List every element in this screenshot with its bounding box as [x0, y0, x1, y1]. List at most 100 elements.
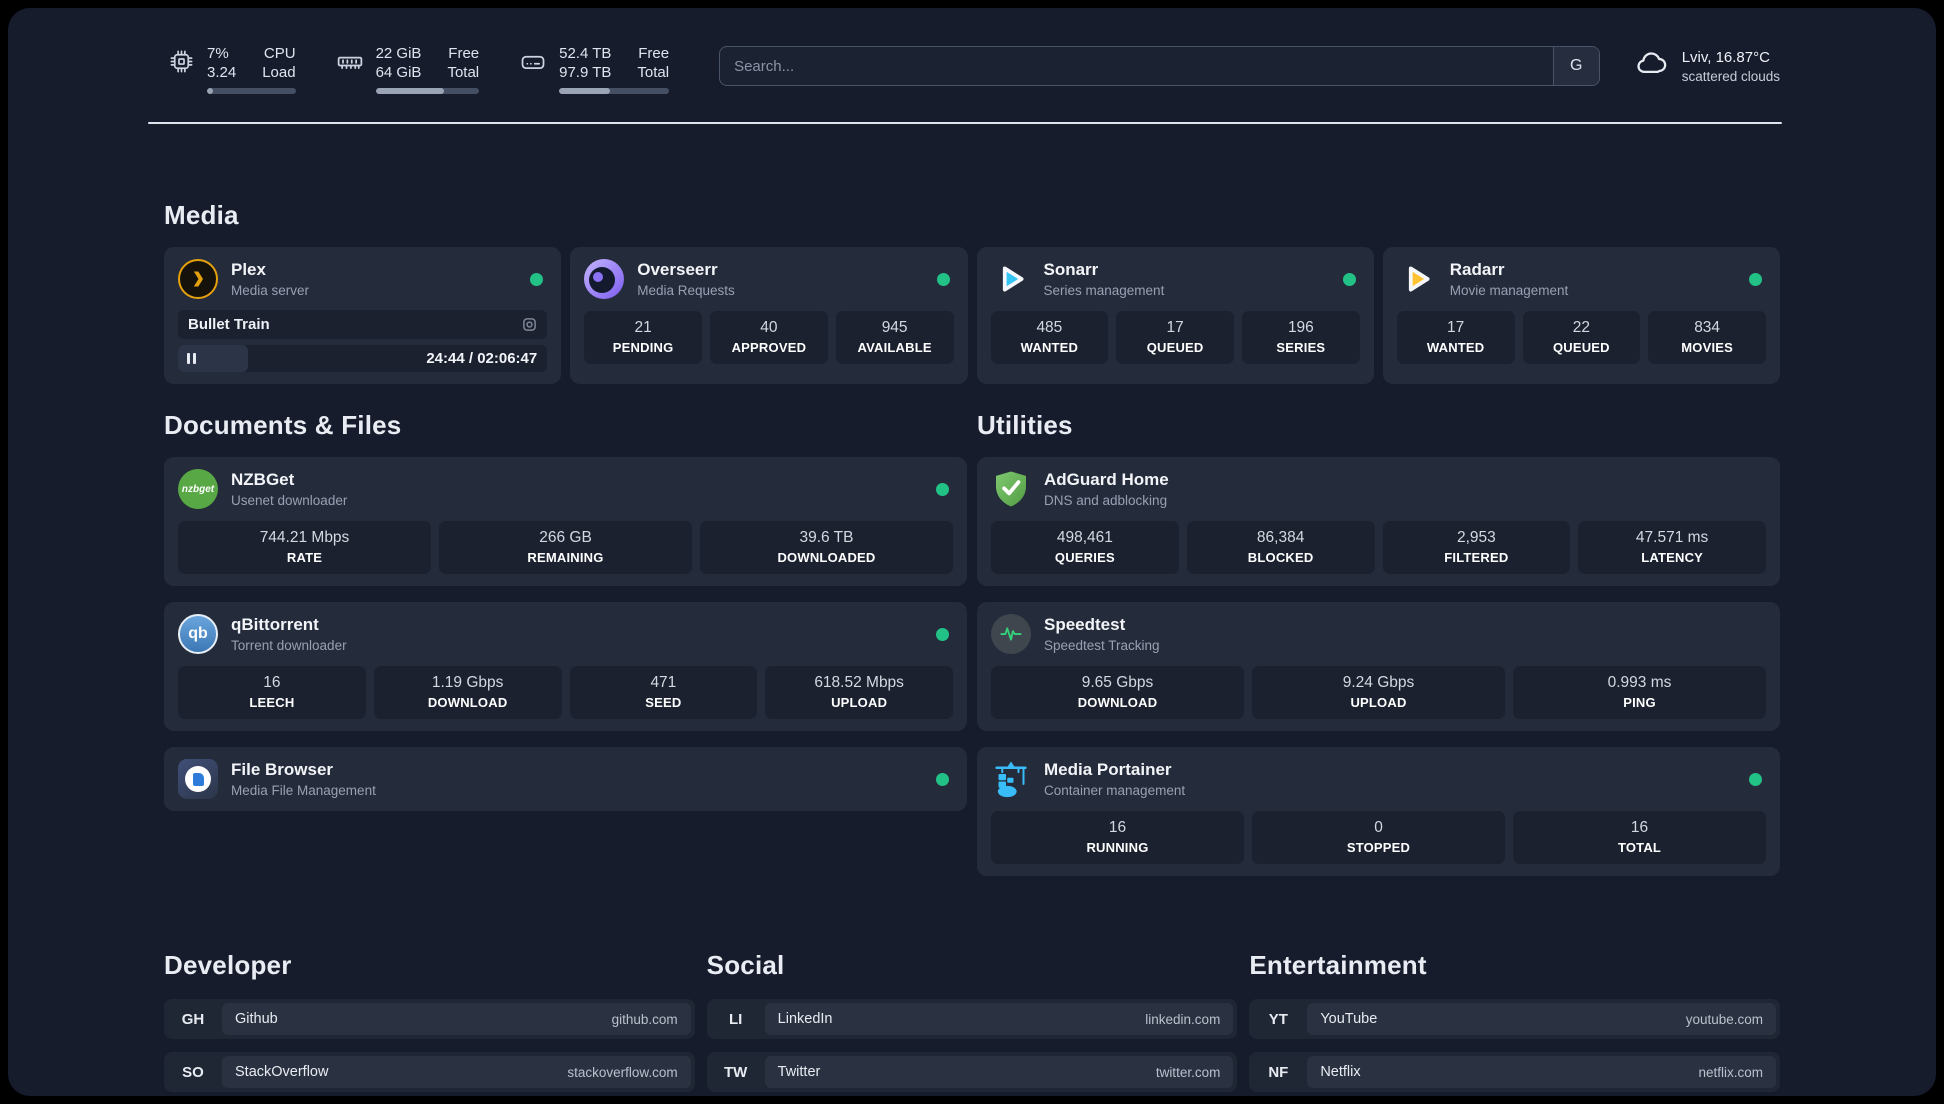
- stat-value: 17: [1166, 319, 1184, 336]
- search-engine-button[interactable]: G: [1552, 47, 1599, 85]
- bookmark-url: linkedin.com: [1145, 1011, 1221, 1027]
- weather-condition: scattered clouds: [1681, 69, 1780, 84]
- app-card-filebrowser[interactable]: File Browser Media File Management: [164, 747, 967, 811]
- stat-value: 834: [1694, 319, 1721, 336]
- stat-value: 16: [263, 674, 281, 691]
- bookmark-netflix[interactable]: NF Netflix netflix.com: [1249, 1052, 1780, 1092]
- app-card-sonarr[interactable]: Sonarr Series management 485 WANTED 17 Q…: [976, 247, 1374, 384]
- stat-label: APPROVED: [731, 340, 807, 355]
- radarr-icon: [1397, 259, 1437, 299]
- stat-value: 618.52 Mbps: [814, 674, 904, 691]
- stat-tile: 196 SERIES: [1242, 311, 1360, 364]
- app-title: Sonarr: [1043, 260, 1099, 279]
- stat-value: 485: [1036, 319, 1063, 336]
- stat-label: QUEUED: [1552, 340, 1610, 355]
- stat-label: LATENCY: [1641, 550, 1704, 565]
- plex-icon: [178, 259, 218, 299]
- stat-tile: 0.993 ms PING: [1513, 666, 1766, 719]
- status-dot: [936, 627, 949, 641]
- bookmark-url: stackoverflow.com: [567, 1064, 678, 1080]
- stat-label: UPLOAD: [1350, 695, 1407, 710]
- weather-widget: Lviv, 16.87°C scattered clouds: [1634, 46, 1780, 87]
- qbittorrent-icon: qb: [178, 614, 218, 654]
- bookmark-youtube[interactable]: YT YouTube youtube.com: [1249, 999, 1780, 1039]
- app-card-portainer[interactable]: Media Portainer Container management 16 …: [977, 747, 1780, 876]
- stat-tile: 744.21 Mbps RATE: [178, 521, 431, 574]
- app-card-radarr[interactable]: Radarr Movie management 17 WANTED 22 QUE…: [1382, 247, 1780, 384]
- stat-value: 22: [1572, 319, 1590, 336]
- cpu-percent: 7%: [207, 45, 229, 62]
- app-card-adguard[interactable]: AdGuard Home DNS and adblocking 498,461 …: [977, 457, 1780, 586]
- bookmark-abbr: LI: [728, 1010, 743, 1028]
- stat-label: WANTED: [1426, 340, 1485, 355]
- app-title: File Browser: [231, 760, 334, 779]
- cpu-label: CPU: [263, 45, 296, 62]
- playback-progress-bar[interactable]: 24:44 / 02:06:47: [178, 345, 548, 372]
- stat-tile: 471 SEED: [569, 666, 758, 719]
- stat-label: WANTED: [1020, 340, 1079, 355]
- section-title-social: Social: [706, 950, 785, 980]
- documents-column: Documents & Files nzbget NZBGet Usenet d…: [164, 410, 967, 892]
- filebrowser-icon: [178, 759, 218, 799]
- app-subtitle: Container management: [1044, 783, 1186, 798]
- app-subtitle: DNS and adblocking: [1044, 493, 1168, 508]
- section-title-media: Media: [164, 200, 239, 230]
- cpu-load-value: 3.24: [207, 64, 237, 81]
- stat-label: SEED: [645, 695, 682, 710]
- speedtest-icon: [991, 614, 1031, 654]
- stat-label: RATE: [286, 550, 323, 565]
- ram-total-value: 64 GiB: [375, 64, 422, 81]
- stat-label: QUEUED: [1146, 340, 1204, 355]
- cpu-load-label: Load: [262, 64, 296, 81]
- stat-value: 0.993 ms: [1607, 674, 1672, 691]
- app-card-qbittorrent[interactable]: qb qBittorrent Torrent downloader 16 LEE…: [164, 602, 967, 731]
- open-player-modal-icon[interactable]: [522, 317, 537, 332]
- stat-tile: 16 TOTAL: [1513, 811, 1766, 864]
- app-card-plex[interactable]: Plex Media server Bullet Train 24:44 / 0…: [164, 247, 562, 384]
- bookmark-github[interactable]: GH Github github.com: [164, 999, 695, 1039]
- bookmark-linkedin[interactable]: LI LinkedIn linkedin.com: [706, 999, 1238, 1039]
- app-title: Plex: [231, 260, 266, 279]
- search-input[interactable]: [719, 46, 1600, 86]
- stat-value: 498,461: [1056, 529, 1113, 546]
- stat-tile: 17 WANTED: [1396, 311, 1515, 364]
- playback-progress-fill: [178, 345, 249, 372]
- stat-tile: 945 AVAILABLE: [835, 311, 954, 364]
- ram-progress-bar: [375, 88, 480, 94]
- app-title: qBittorrent: [231, 615, 319, 634]
- bookmark-url: youtube.com: [1685, 1011, 1763, 1027]
- stat-label: PING: [1623, 695, 1656, 710]
- stat-value: 39.6 TB: [799, 529, 854, 546]
- bookmarks-social: Social LI LinkedIn linkedin.com TW Twitt…: [706, 950, 1238, 1096]
- app-card-nzbget[interactable]: nzbget NZBGet Usenet downloader 744.21 M…: [164, 457, 967, 586]
- bookmark-url: netflix.com: [1698, 1064, 1763, 1080]
- weather-cloud-icon: [1634, 46, 1670, 87]
- app-title: Speedtest: [1044, 615, 1126, 634]
- stat-label: PENDING: [612, 340, 674, 355]
- bookmark-abbr: TW: [723, 1063, 748, 1081]
- app-subtitle: Media server: [231, 283, 310, 298]
- stat-value: 16: [1630, 819, 1649, 836]
- stat-tile: 21 PENDING: [584, 311, 702, 364]
- bookmark-stackoverflow[interactable]: SO StackOverflow stackoverflow.com: [164, 1052, 695, 1092]
- status-dot: [936, 772, 949, 786]
- pause-icon: [187, 353, 190, 364]
- app-subtitle: Torrent downloader: [231, 638, 347, 653]
- stat-label: TOTAL: [1617, 840, 1662, 855]
- stat-tile: 17 QUEUED: [1116, 311, 1234, 364]
- app-subtitle: Media Requests: [637, 283, 735, 298]
- app-card-speedtest[interactable]: Speedtest Speedtest Tracking 9.65 Gbps D…: [977, 602, 1780, 731]
- ram-stat-widget: 22 GiB 64 GiB Free Total: [336, 44, 480, 94]
- app-title: AdGuard Home: [1044, 470, 1169, 489]
- stat-label: MOVIES: [1681, 340, 1733, 355]
- bookmark-abbr: YT: [1268, 1010, 1288, 1028]
- app-card-overseerr[interactable]: Overseerr Media Requests 21 PENDING 40 A…: [570, 247, 968, 384]
- bookmark-twitter[interactable]: TW Twitter twitter.com: [706, 1052, 1238, 1092]
- stat-label: QUERIES: [1054, 550, 1115, 565]
- overseerr-icon: [584, 259, 625, 299]
- app-subtitle: Speedtest Tracking: [1044, 638, 1160, 653]
- stat-tile: 22 QUEUED: [1522, 311, 1641, 364]
- section-title-developer: Developer: [164, 950, 292, 980]
- stat-value: 17: [1447, 319, 1465, 336]
- bookmarks-entertainment: Entertainment YT YouTube youtube.com NF …: [1249, 950, 1780, 1096]
